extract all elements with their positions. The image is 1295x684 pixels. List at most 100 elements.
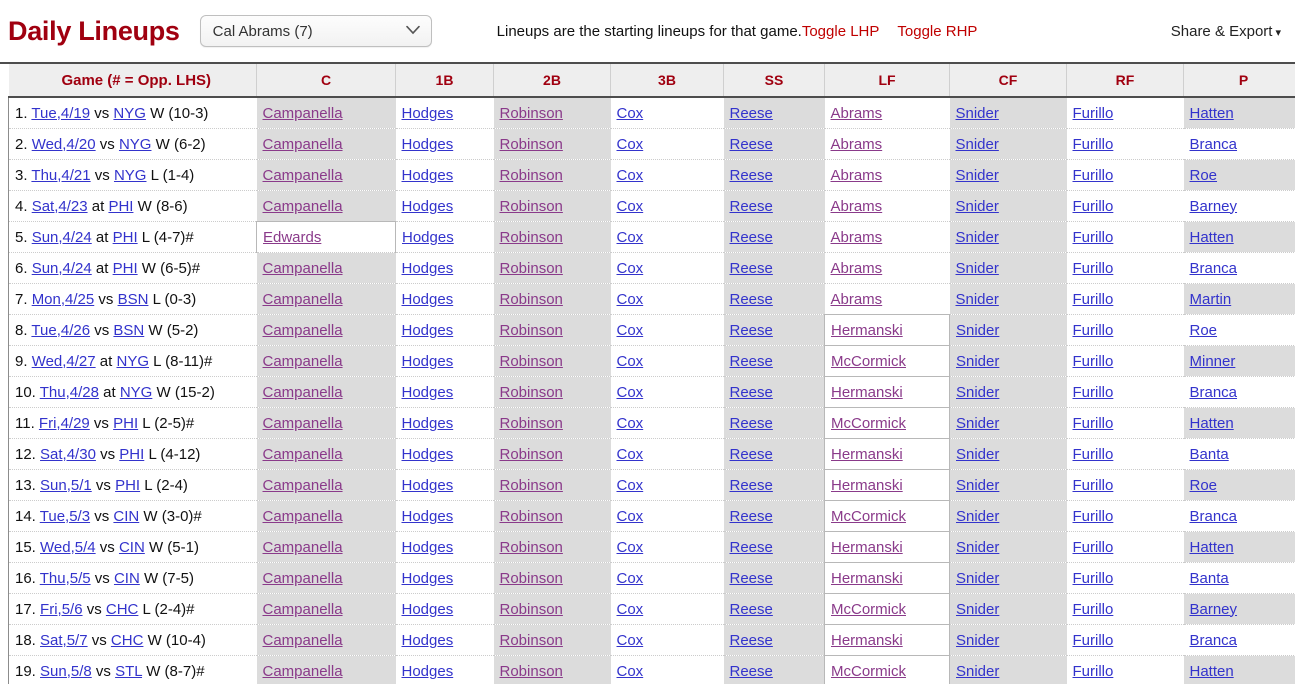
player-link[interactable]: McCormick [831,353,906,370]
game-date-link[interactable]: Wed,5/4 [40,539,96,556]
opponent-link[interactable]: CIN [114,570,140,587]
player-link[interactable]: Campanella [263,384,343,401]
player-link[interactable]: Furillo [1073,415,1114,432]
player-link[interactable]: Branca [1190,260,1238,277]
opponent-link[interactable]: STL [115,663,142,680]
game-date-link[interactable]: Sun,5/8 [40,663,92,680]
player-link[interactable]: Hodges [402,508,454,525]
player-link[interactable]: Hodges [402,384,454,401]
player-link[interactable]: Cox [617,229,644,246]
game-date-link[interactable]: Sat,4/30 [40,446,96,463]
column-header-p[interactable]: P [1184,64,1295,97]
player-link[interactable]: Cox [617,105,644,122]
player-link[interactable]: Reese [730,353,773,370]
player-link[interactable]: Hodges [402,260,454,277]
opponent-link[interactable]: PHI [113,260,138,277]
player-link[interactable]: Robinson [500,601,563,618]
player-link[interactable]: Furillo [1073,570,1114,587]
player-link[interactable]: Robinson [500,229,563,246]
player-link[interactable]: Robinson [500,384,563,401]
player-link[interactable]: Reese [730,415,773,432]
player-link[interactable]: Cox [617,167,644,184]
player-link[interactable]: Hodges [402,291,454,308]
player-link[interactable]: Reese [730,384,773,401]
player-link[interactable]: Snider [956,601,999,618]
player-link[interactable]: Reese [730,477,773,494]
player-link[interactable]: Cox [617,632,644,649]
player-link[interactable]: Campanella [263,291,343,308]
player-link[interactable]: Campanella [263,322,343,339]
player-link[interactable]: Hodges [402,663,454,680]
player-link[interactable]: Snider [956,322,999,339]
player-link[interactable]: Robinson [500,570,563,587]
player-link[interactable]: Campanella [263,477,343,494]
player-link[interactable]: Snider [956,353,999,370]
player-link[interactable]: Furillo [1073,105,1114,122]
player-link[interactable]: Campanella [263,601,343,618]
player-link[interactable]: Abrams [831,260,883,277]
player-link[interactable]: Robinson [500,260,563,277]
player-link[interactable]: Banta [1190,570,1229,587]
player-link[interactable]: Snider [956,415,999,432]
player-link[interactable]: Edwards [263,229,321,246]
opponent-link[interactable]: BSN [113,322,144,339]
column-header-game[interactable]: Game (# = Opp. LHS) [9,64,257,97]
player-link[interactable]: Furillo [1073,508,1114,525]
player-link[interactable]: Furillo [1073,446,1114,463]
opponent-link[interactable]: PHI [115,477,140,494]
player-link[interactable]: Barney [1190,601,1238,618]
player-link[interactable]: Campanella [263,663,343,680]
player-link[interactable]: Reese [730,632,773,649]
player-link[interactable]: Robinson [500,291,563,308]
player-link[interactable]: Reese [730,229,773,246]
player-link[interactable]: Reese [730,570,773,587]
player-link[interactable]: Cox [617,384,644,401]
game-date-link[interactable]: Tue,4/19 [31,105,90,122]
player-link[interactable]: Campanella [263,167,343,184]
player-link[interactable]: Branca [1190,632,1238,649]
player-link[interactable]: Hodges [402,229,454,246]
player-link[interactable]: Hatten [1190,539,1234,556]
player-link[interactable]: Campanella [263,632,343,649]
player-link[interactable]: McCormick [831,508,906,525]
column-header-cf[interactable]: CF [950,64,1067,97]
column-header-ss[interactable]: SS [724,64,825,97]
player-link[interactable]: Snider [956,508,999,525]
player-link[interactable]: Martin [1190,291,1232,308]
player-link[interactable]: Hermanski [831,322,903,339]
player-link[interactable]: Hodges [402,570,454,587]
player-link[interactable]: Robinson [500,539,563,556]
player-link[interactable]: Hodges [402,198,454,215]
player-link[interactable]: Snider [956,198,999,215]
player-select-wrapper[interactable]: Cal Abrams (7) [200,15,432,47]
player-link[interactable]: Cox [617,322,644,339]
opponent-link[interactable]: NYG [114,167,147,184]
game-date-link[interactable]: Sat,5/7 [40,632,88,649]
opponent-link[interactable]: CIN [113,508,139,525]
player-link[interactable]: Campanella [263,570,343,587]
player-link[interactable]: Abrams [831,167,883,184]
game-date-link[interactable]: Wed,4/27 [32,353,96,370]
player-link[interactable]: Banta [1190,446,1229,463]
player-link[interactable]: Reese [730,260,773,277]
player-link[interactable]: Furillo [1073,384,1114,401]
column-header-1b[interactable]: 1B [396,64,494,97]
player-link[interactable]: Snider [956,539,999,556]
player-link[interactable]: Furillo [1073,291,1114,308]
player-link[interactable]: Hatten [1190,229,1234,246]
player-link[interactable]: McCormick [831,663,906,680]
player-link[interactable]: Furillo [1073,663,1114,680]
player-link[interactable]: Cox [617,539,644,556]
player-link[interactable]: Furillo [1073,322,1114,339]
player-link[interactable]: Robinson [500,322,563,339]
player-link[interactable]: Hermanski [831,539,903,556]
player-link[interactable]: Robinson [500,105,563,122]
player-link[interactable]: Campanella [263,198,343,215]
player-link[interactable]: Furillo [1073,260,1114,277]
opponent-link[interactable]: NYG [113,105,146,122]
player-link[interactable]: Snider [956,632,999,649]
player-link[interactable]: Hodges [402,632,454,649]
player-link[interactable]: Reese [730,539,773,556]
player-link[interactable]: Reese [730,508,773,525]
player-link[interactable]: Snider [956,384,999,401]
